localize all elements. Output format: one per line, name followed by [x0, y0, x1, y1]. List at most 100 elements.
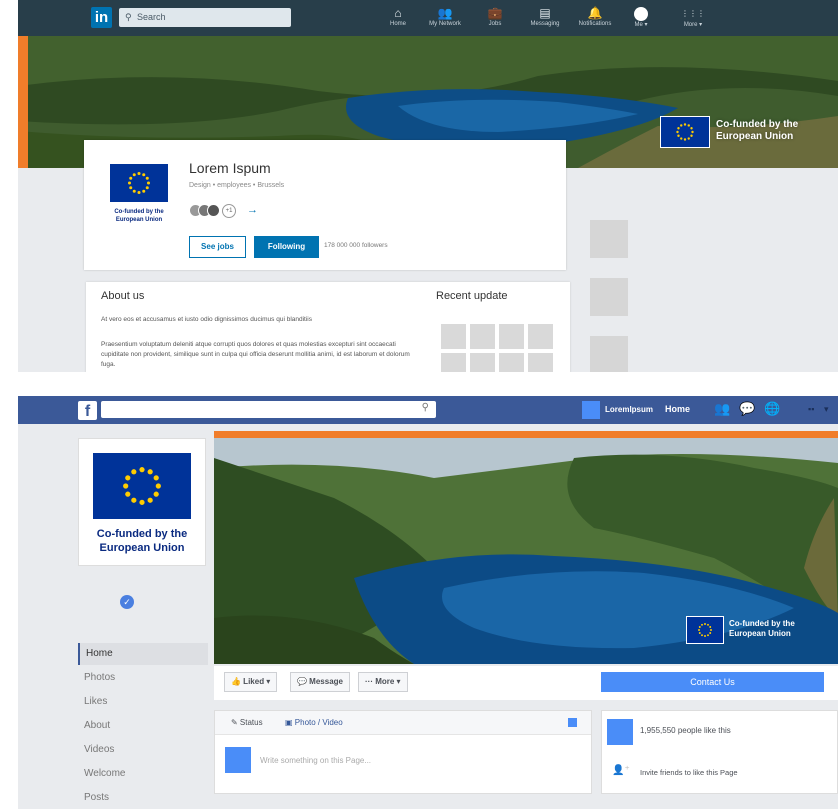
nav-my-network-label: My Network — [429, 21, 461, 27]
eu-flag-icon — [686, 616, 724, 644]
post-composer: ✎ Status ▣ Photo / Video Write something… — [214, 710, 592, 794]
nav-home[interactable]: ⌂ Home — [373, 6, 423, 27]
linkedin-logo[interactable]: in — [91, 7, 112, 28]
invite-friends-link[interactable]: Invite friends to like this Page — [640, 768, 738, 777]
likes-panel: 1,955,550 people like this 👤⁺ Invite fri… — [601, 710, 838, 794]
search-icon: ⚲ — [125, 12, 132, 22]
home-link[interactable]: Home — [665, 404, 690, 414]
linkedin-page-mockup: in ⚲ Search ⌂ Home 👥 My Network 💼 Jobs ▤… — [18, 0, 838, 372]
search-input[interactable]: ⚲ — [101, 401, 436, 418]
sidebar-placeholder — [590, 336, 628, 372]
connections-plus: +1 — [222, 204, 236, 218]
about-heading: About us — [101, 290, 145, 302]
home-icon: ⌂ — [394, 6, 402, 20]
update-thumbnail[interactable] — [441, 353, 466, 372]
messages-icon[interactable]: 💬 — [739, 401, 755, 417]
avatar — [225, 747, 251, 773]
cover-eu-text: Co-funded by the European Union — [729, 619, 795, 638]
contact-us-button[interactable]: Contact Us — [601, 672, 824, 692]
settings-icon[interactable]: ▪▪ — [808, 404, 814, 414]
sidebar-item-videos[interactable]: Videos — [78, 739, 208, 761]
messaging-icon: ▤ — [539, 6, 551, 20]
cover-eu-badge: Co-funded by the European Union — [660, 116, 818, 148]
company-card: Co-funded by the European Union Lorem Is… — [84, 140, 566, 270]
company-logo: Co-funded by the European Union — [104, 164, 174, 234]
avatar — [634, 7, 648, 21]
update-thumbnail[interactable] — [499, 353, 524, 372]
avatar — [607, 719, 633, 745]
see-jobs-button[interactable]: See jobs — [189, 236, 246, 258]
nav-more-label: More ▾ — [683, 22, 703, 28]
composer-tabs: ✎ Status ▣ Photo / Video — [215, 711, 591, 735]
update-thumbnail[interactable] — [470, 353, 495, 372]
profile-picture[interactable]: Co-funded by the European Union — [78, 438, 206, 566]
company-meta: Design • employees • Brussels — [189, 182, 285, 189]
more-button[interactable]: ··· More ▾ — [358, 672, 408, 692]
nav-me[interactable]: Me ▾ — [616, 6, 666, 28]
update-thumbnail[interactable] — [528, 324, 553, 349]
orange-accent-bar — [18, 36, 28, 168]
update-thumbnail[interactable] — [528, 353, 553, 372]
add-friend-icon: 👤⁺ — [612, 765, 630, 776]
linkedin-navbar: in ⚲ Search ⌂ Home 👥 My Network 💼 Jobs ▤… — [18, 0, 838, 36]
search-icon: ⚲ — [421, 402, 429, 413]
company-logo-text: Co-funded by the European Union — [114, 209, 164, 223]
bell-icon: 🔔 — [587, 6, 603, 20]
nav-jobs[interactable]: 💼 Jobs — [470, 6, 520, 27]
friends-icon[interactable]: 👥 — [714, 401, 730, 417]
network-icon: 👥 — [437, 6, 453, 20]
update-thumbnail[interactable] — [499, 324, 524, 349]
sidebar-item-welcome[interactable]: Welcome — [78, 763, 208, 785]
audience-selector[interactable] — [568, 718, 577, 727]
following-button[interactable]: Following — [254, 236, 319, 258]
sidebar-item-likes[interactable]: Likes — [78, 691, 208, 713]
sidebar-placeholder — [590, 278, 628, 316]
facebook-navbar: f ⚲ Loremlpsum Home 👥 💬 🌐 ▪▪ ▾ — [18, 396, 838, 424]
status-tab[interactable]: ✎ Status — [231, 718, 263, 727]
page-name-link[interactable]: Loremlpsum — [605, 405, 653, 414]
sidebar-placeholder — [590, 220, 628, 258]
cover-eu-text: Co-funded by the European Union — [716, 119, 799, 142]
profile-eu-text: Co-funded by the European Union — [96, 528, 188, 554]
search-placeholder: Search — [137, 12, 166, 22]
avatar[interactable] — [582, 401, 600, 419]
nav-my-network[interactable]: 👥 My Network — [420, 6, 470, 27]
sidebar-item-about[interactable]: About — [78, 715, 208, 737]
nav-more[interactable]: ⋮⋮⋮ More ▾ — [668, 6, 718, 28]
message-button[interactable]: 💬 Message — [290, 672, 350, 692]
sidebar-item-home[interactable]: Home — [78, 643, 208, 665]
page-action-bar: 👍 Liked ▾ 💬 Message ··· More ▾ Contact U… — [214, 666, 838, 700]
nav-me-label: Me ▾ — [634, 22, 648, 28]
search-input[interactable]: ⚲ Search — [119, 8, 291, 27]
followers-count: 178 000 000 followers — [324, 242, 388, 249]
avatar — [207, 204, 220, 217]
recent-update-heading: Recent update — [436, 290, 508, 302]
photo-video-tab[interactable]: ▣ Photo / Video — [285, 718, 343, 727]
about-section: About us At vero eos et accusamus et ius… — [86, 282, 570, 372]
company-name: Lorem Ispum — [189, 160, 271, 176]
nav-notifications[interactable]: 🔔 Notifications — [570, 6, 620, 27]
nav-notifications-label: Notifications — [578, 21, 612, 27]
update-thumbnail[interactable] — [470, 324, 495, 349]
chevron-down-icon[interactable]: ▾ — [824, 404, 829, 415]
liked-button[interactable]: 👍 Liked ▾ — [224, 672, 278, 692]
briefcase-icon: 💼 — [487, 6, 503, 20]
eu-flag-icon — [660, 116, 710, 148]
likes-count: 1,955,550 people like this — [640, 726, 731, 735]
nav-jobs-label: Jobs — [488, 21, 502, 27]
nav-messaging[interactable]: ▤ Messaging — [520, 6, 570, 27]
eu-flag-icon — [110, 164, 168, 202]
nav-home-label: Home — [389, 21, 406, 27]
arrow-right-icon[interactable]: → — [247, 204, 258, 216]
grid-icon: ⋮⋮⋮ — [681, 9, 705, 18]
about-paragraph: Praesentium voluptatum deleniti atque co… — [101, 341, 410, 368]
sidebar-item-posts[interactable]: Posts — [78, 787, 208, 809]
sidebar-item-photos[interactable]: Photos — [78, 667, 208, 689]
connection-avatars[interactable]: +1 — [189, 204, 249, 218]
facebook-logo[interactable]: f — [78, 401, 97, 420]
globe-icon[interactable]: 🌐 — [764, 401, 780, 417]
composer-input[interactable]: Write something on this Page... — [260, 756, 371, 765]
update-thumbnail[interactable] — [441, 324, 466, 349]
orange-accent-bar — [214, 431, 838, 438]
verified-badge-icon: ✓ — [120, 595, 134, 609]
